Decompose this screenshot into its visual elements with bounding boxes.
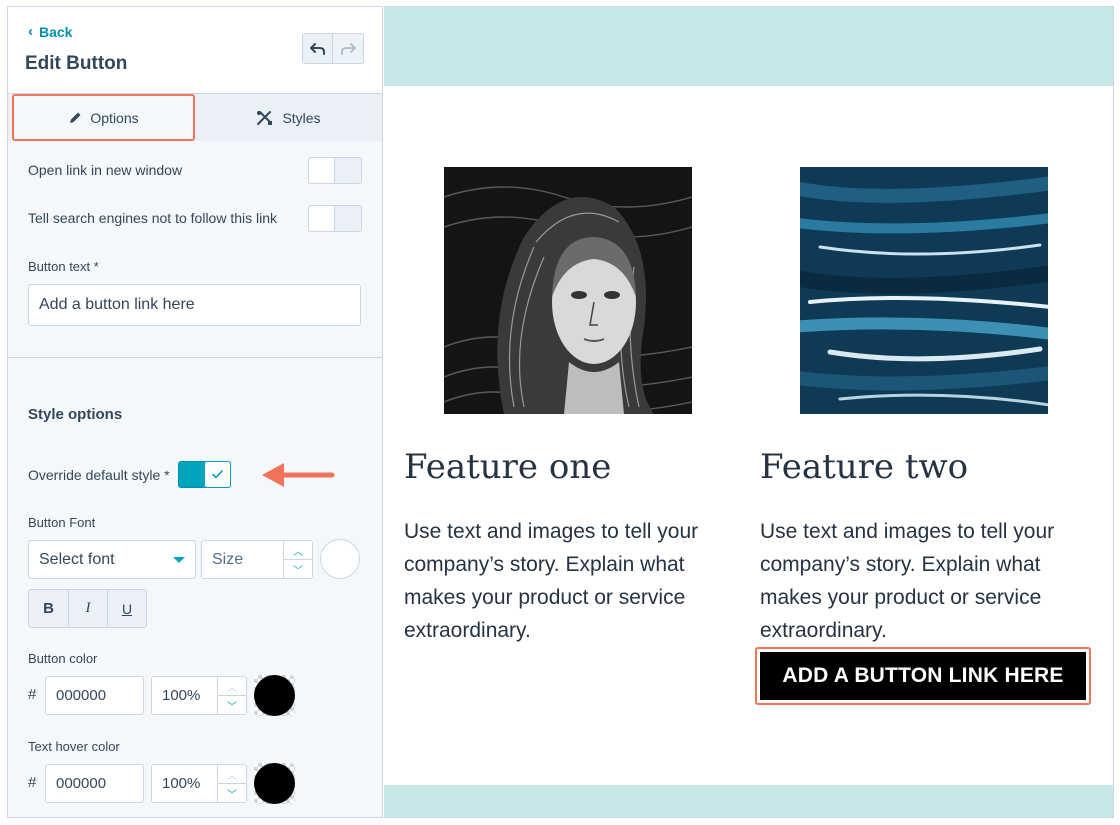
feature-two-image[interactable] [800,167,1048,414]
text-hover-opacity-input[interactable]: 100% ︿ ﹀ [151,764,247,803]
edit-sidebar: ‹ Back Edit Button Options Styles Open l… [7,6,383,818]
chevron-up-icon[interactable]: ︿ [284,541,312,560]
cta-button[interactable]: ADD A BUTTON LINK HERE [760,652,1086,700]
feature-one-body: Use text and images to tell your company… [404,520,699,642]
text-style-buttons: B I U [28,589,147,628]
toggle-knob [203,461,231,488]
chevron-up-icon[interactable]: ︿ [218,765,246,784]
feature-two-body: Use text and images to tell your company… [760,520,1055,642]
button-color-label: Button color [28,651,98,666]
top-color-band [384,7,1113,86]
ocean-painting [800,167,1048,414]
page-preview: Feature one Use text and images to tell … [384,6,1114,818]
portrait-illustration [444,167,692,414]
chevron-up-icon[interactable]: ︿ [218,677,246,696]
bottom-color-band [384,785,1113,817]
hash-symbol: # [28,686,37,703]
button-color-hex: 000000 [56,687,107,704]
font-size-input[interactable]: Size ︿ ﹀ [201,540,313,579]
toggle-knob [308,204,335,232]
override-style-toggle[interactable] [177,461,231,488]
bold-button[interactable]: B [29,590,68,627]
override-style-label: Override default style * [28,466,170,483]
caret-down-icon [173,556,185,563]
back-label: Back [39,23,73,40]
button-text-label: Button text * [28,259,99,274]
check-icon [211,470,223,479]
text-hover-hex-input[interactable]: 000000 [45,764,144,803]
sidebar-header: ‹ Back Edit Button [8,7,382,93]
text-hover-color-swatch[interactable] [254,763,295,804]
color-swatch-circle [254,675,295,716]
font-select[interactable]: Select font [28,540,196,579]
tab-styles[interactable]: Styles [195,94,382,142]
nofollow-row: Tell search engines not to follow this l… [28,204,362,232]
panel-tabs: Options Styles [8,93,382,141]
redo-button[interactable] [333,33,364,64]
button-color-opacity-input[interactable]: 100% ︿ ﹀ [151,676,247,715]
opacity-stepper[interactable]: ︿ ﹀ [217,677,246,714]
back-link[interactable]: ‹ Back [28,23,72,40]
button-color-hex-input[interactable]: 000000 [45,676,144,715]
nofollow-toggle[interactable] [308,204,362,232]
undo-icon [309,42,325,55]
font-color-picker[interactable] [320,539,360,579]
pencil-icon [70,112,81,123]
annotation-arrow-icon [262,463,335,487]
button-color-opacity: 100% [162,687,201,704]
feature-one-title: Feature one [404,447,612,487]
opacity-stepper[interactable]: ︿ ﹀ [217,765,246,802]
open-new-window-row: Open link in new window [28,156,362,184]
font-size-placeholder: Size [212,550,244,568]
button-font-label: Button Font [28,515,96,530]
redo-icon [341,42,356,55]
feature-two-title: Feature two [760,447,969,487]
style-options-title: Style options [28,406,123,423]
underline-button[interactable]: U [107,590,146,627]
font-size-stepper[interactable]: ︿ ﹀ [283,541,312,578]
chevron-down-icon[interactable]: ﹀ [284,560,312,578]
styles-tools-icon [257,111,273,125]
text-hover-hex: 000000 [56,775,107,792]
color-swatch-circle [254,763,295,804]
italic-button[interactable]: I [68,590,107,627]
undo-redo-group [302,33,364,64]
toggle-knob [308,156,335,184]
feature-one-image[interactable] [444,167,692,414]
undo-button[interactable] [302,33,333,64]
cta-button-outline: ADD A BUTTON LINK HERE [755,647,1091,705]
override-style-row: Override default style * [28,461,231,488]
tab-options-label: Options [90,109,139,126]
open-new-window-toggle[interactable] [308,156,362,184]
button-color-swatch[interactable] [254,675,295,716]
tab-options[interactable]: Options [12,94,195,141]
text-hover-opacity: 100% [162,775,201,792]
nofollow-label: Tell search engines not to follow this l… [28,210,278,226]
chevron-left-icon: ‹ [28,23,33,40]
tab-styles-label: Styles [282,110,321,126]
open-new-window-label: Open link in new window [28,162,183,178]
panel-title: Edit Button [25,53,128,74]
button-text-input[interactable] [28,284,361,326]
text-hover-color-label: Text hover color [28,739,120,754]
section-divider [8,357,382,358]
chevron-down-icon[interactable]: ﹀ [218,784,246,802]
chevron-down-icon[interactable]: ﹀ [218,696,246,714]
font-select-value: Select font [39,550,115,568]
hash-symbol: # [28,774,37,791]
